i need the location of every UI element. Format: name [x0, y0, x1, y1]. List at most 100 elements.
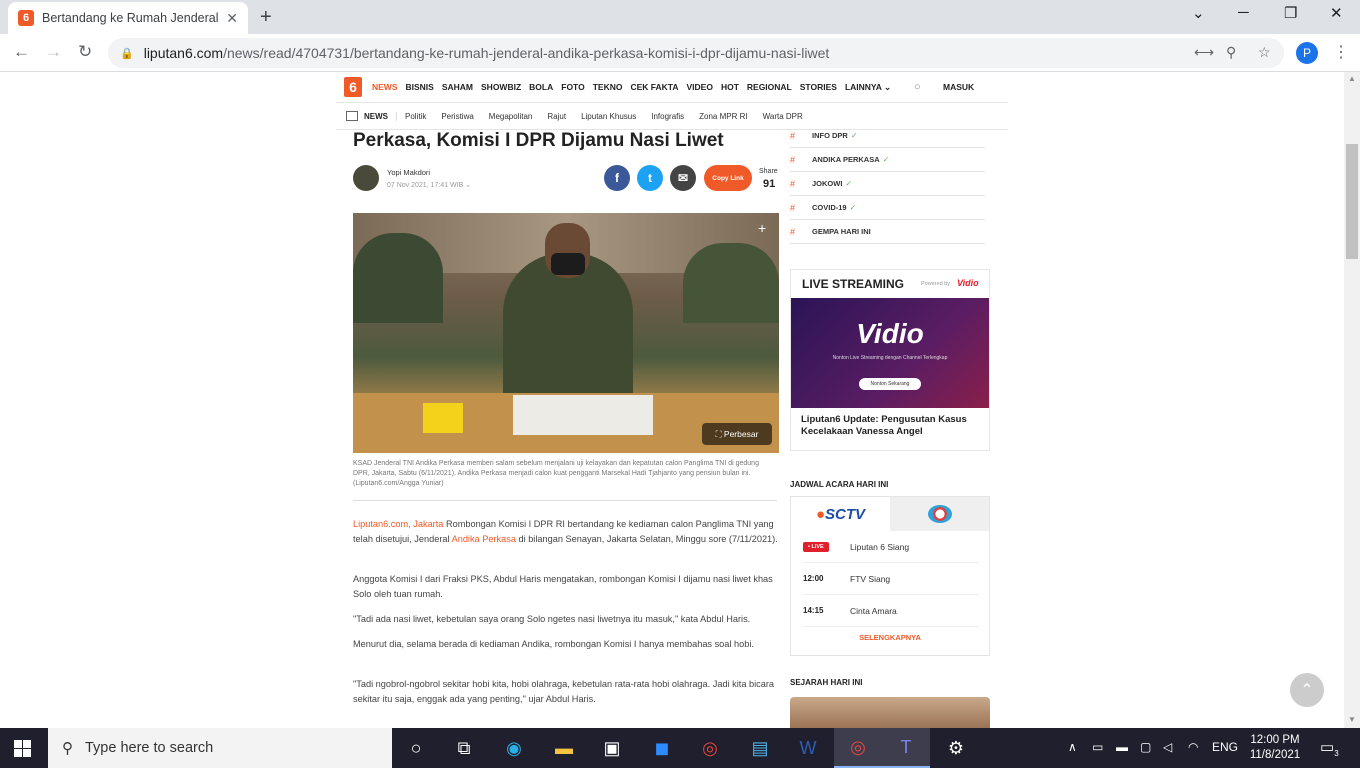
subnav-infografis[interactable]: Infografis: [651, 112, 684, 121]
monitor-icon[interactable]: ▢: [1140, 740, 1151, 754]
scrollbar-thumb[interactable]: [1346, 144, 1358, 259]
schedule-row[interactable]: • LIVE Liputan 6 Siang: [803, 531, 979, 563]
menu-kebab-icon[interactable]: ⋮: [1333, 42, 1349, 62]
subnav-zona-mpr[interactable]: Zona MPR RI: [699, 112, 747, 121]
battery-icon[interactable]: ▬: [1116, 740, 1128, 754]
tag-jokowi[interactable]: # JOKOWI ✓: [790, 172, 985, 196]
nav-showbiz[interactable]: SHOWBIZ: [481, 82, 521, 92]
see-more-link[interactable]: SELENGKAPNYA: [791, 633, 989, 642]
article-date[interactable]: 07 Nov 2021, 17:41 WIB ⌄: [387, 181, 471, 189]
tab-search-icon[interactable]: ⌄: [1192, 4, 1205, 22]
chrome-profile-icon[interactable]: ◎: [834, 728, 882, 768]
forward-arrow-icon[interactable]: →: [45, 42, 62, 62]
taskbar-search[interactable]: ⚲ Type here to search: [48, 728, 392, 768]
nav-bola[interactable]: BOLA: [529, 82, 553, 92]
settings-gear-icon[interactable]: ⚙: [932, 728, 980, 768]
zoom-icon[interactable]: ⚲: [1226, 44, 1236, 61]
history-image[interactable]: [790, 697, 990, 728]
edge-icon[interactable]: ◉: [490, 728, 538, 768]
nav-bisnis[interactable]: BISNIS: [406, 82, 434, 92]
subnav-megapolitan[interactable]: Megapolitan: [489, 112, 533, 121]
subnav-liputan-khusus[interactable]: Liputan Khusus: [581, 112, 636, 121]
subnav-politik[interactable]: Politik: [405, 112, 426, 121]
bookmark-star-icon[interactable]: ☆: [1258, 44, 1271, 61]
scroll-up-icon[interactable]: ▲: [1348, 74, 1356, 83]
restore-icon[interactable]: ❐: [1284, 4, 1297, 22]
word-icon[interactable]: W: [784, 728, 832, 768]
nav-news[interactable]: NEWS: [372, 82, 398, 92]
subnav-warta-dpr[interactable]: Warta DPR: [763, 112, 803, 121]
scroll-to-top-button[interactable]: ⌃: [1290, 673, 1324, 707]
store-icon[interactable]: ▣: [588, 728, 636, 768]
address-bar[interactable]: 🔒 liputan6.com/news/read/4704731/bertand…: [108, 38, 1284, 68]
source-link[interactable]: Liputan6.com, Jakarta: [353, 519, 443, 529]
device-icon[interactable]: ▭: [1092, 740, 1103, 754]
twitter-share-icon[interactable]: t: [637, 165, 663, 191]
teams-icon[interactable]: T: [882, 728, 930, 768]
liputan6-logo[interactable]: 6: [344, 77, 362, 97]
search-icon[interactable]: ○: [914, 81, 921, 93]
close-window-icon[interactable]: ✕: [1330, 4, 1343, 22]
author-avatar[interactable]: [353, 165, 379, 191]
tag-covid-19[interactable]: # COVID-19 ✓: [790, 196, 985, 220]
tab-indosiar[interactable]: [890, 497, 989, 531]
calculator-icon[interactable]: ▤: [736, 728, 784, 768]
scroll-down-icon[interactable]: ▼: [1348, 715, 1356, 724]
task-view-icon[interactable]: ⧉: [440, 728, 488, 768]
show-hidden-icons-icon[interactable]: ∧: [1068, 740, 1077, 754]
browser-tab[interactable]: 6 Bertandang ke Rumah Jenderal Andika Pe…: [8, 2, 248, 34]
cortana-icon[interactable]: ○: [392, 728, 440, 768]
email-share-icon[interactable]: ✉: [670, 165, 696, 191]
subnav-rajut[interactable]: Rajut: [547, 112, 566, 121]
schedule-row[interactable]: 14:15 Cinta Amara: [803, 595, 979, 627]
author-name[interactable]: Yopi Makdori: [387, 168, 430, 177]
reload-icon[interactable]: ↻: [78, 42, 92, 62]
facebook-share-icon[interactable]: f: [604, 165, 630, 191]
paragraph-2: Anggota Komisi I dari Fraksi PKS, Abdul …: [353, 574, 773, 599]
verified-icon: ✓: [882, 155, 890, 164]
nav-regional[interactable]: REGIONAL: [747, 82, 792, 92]
nav-tekno[interactable]: TEKNO: [593, 82, 623, 92]
tag-info-dpr[interactable]: # INFO DPR ✓: [790, 124, 985, 148]
subnav-news[interactable]: NEWS: [364, 111, 397, 121]
nav-stories[interactable]: STORIES: [800, 82, 837, 92]
file-explorer-icon[interactable]: ▬: [540, 728, 588, 768]
wifi-icon[interactable]: ◠: [1188, 740, 1198, 754]
tab-sctv[interactable]: ● SCTV: [791, 497, 890, 531]
live-caption[interactable]: Liputan6 Update: Pengusutan Kasus Kecela…: [801, 414, 986, 438]
tag-andika-perkasa[interactable]: # ANDIKA PERKASA ✓: [790, 148, 985, 172]
notification-center-icon[interactable]: ▭3: [1320, 738, 1339, 758]
nav-foto[interactable]: FOTO: [561, 82, 584, 92]
translate-icon[interactable]: ⟷: [1194, 44, 1214, 61]
minimize-icon[interactable]: ─: [1238, 4, 1249, 21]
copy-link-button[interactable]: Copy Link: [704, 165, 752, 191]
watch-now-button[interactable]: Nonton Sekarang: [859, 378, 921, 390]
profile-avatar[interactable]: P: [1296, 42, 1318, 64]
taskbar-clock[interactable]: 12:00 PM 11/8/2021: [1247, 733, 1303, 763]
nav-saham[interactable]: SAHAM: [442, 82, 473, 92]
nav-video[interactable]: VIDEO: [686, 82, 712, 92]
verified-icon: ✓: [849, 203, 857, 212]
language-indicator[interactable]: ENG: [1212, 740, 1238, 754]
enlarge-button[interactable]: ⛶ Perbesar: [702, 423, 772, 445]
close-tab-icon[interactable]: ✕: [226, 10, 238, 27]
zoom-app-icon[interactable]: ◼: [638, 728, 686, 768]
page-scrollbar[interactable]: ▲ ▼: [1344, 72, 1360, 728]
chrome-icon[interactable]: ◎: [686, 728, 734, 768]
new-tab-button[interactable]: +: [260, 6, 272, 29]
plus-icon[interactable]: +: [758, 220, 766, 236]
volume-icon[interactable]: ◁: [1163, 740, 1172, 754]
nav-cek-fakta[interactable]: CEK FAKTA: [630, 82, 678, 92]
windows-start-icon[interactable]: [14, 740, 31, 757]
schedule-row[interactable]: 12:00 FTV Siang: [803, 563, 979, 595]
nav-lainnya[interactable]: LAINNYA ⌄: [845, 82, 891, 93]
andika-perkasa-link[interactable]: Andika Perkasa: [452, 534, 516, 544]
login-link[interactable]: MASUK: [943, 82, 974, 92]
tag-gempa-hari-ini[interactable]: # GEMPA HARI INI: [790, 220, 985, 244]
article-photo[interactable]: [353, 213, 779, 453]
back-arrow-icon[interactable]: ←: [13, 42, 30, 62]
nav-hot[interactable]: HOT: [721, 82, 739, 92]
subnav-peristiwa[interactable]: Peristiwa: [441, 112, 473, 121]
vidio-banner[interactable]: Vidio Nonton Live Streaming dengan Chann…: [791, 298, 989, 408]
lock-icon[interactable]: 🔒: [120, 47, 134, 60]
